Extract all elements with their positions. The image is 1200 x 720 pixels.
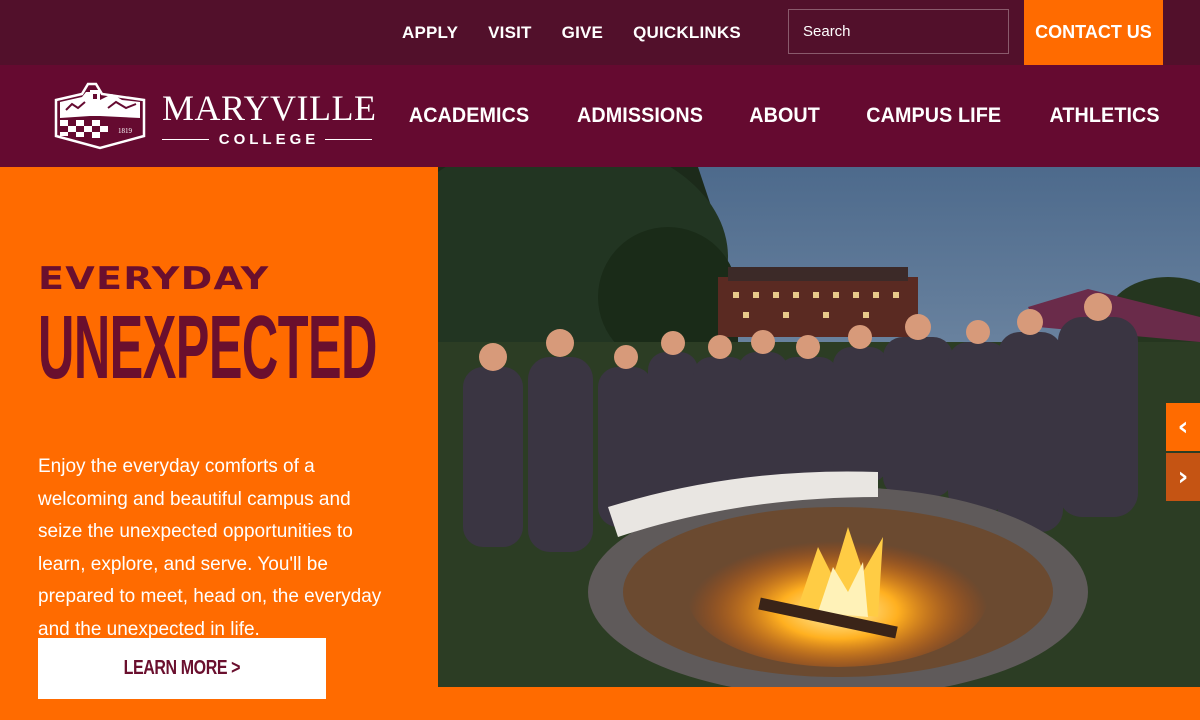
college-logo[interactable]: 1819 MARYVILLE COLLEGE [52,80,377,152]
hero-photo [438,167,1200,687]
logo-year: 1819 [118,127,133,135]
nav-campus-life[interactable]: CAMPUS LIFE [867,104,1002,128]
logo-rule-left [162,138,209,140]
utility-link-quicklinks[interactable]: QUICKLINKS [633,23,741,43]
nav-admissions[interactable]: ADMISSIONS [577,104,703,128]
hero-title: UNEXPECTED [38,298,377,398]
chevron-left-icon: ‹ [1177,412,1189,442]
hero-bottom-strip [438,687,1200,720]
logo-rule-right [325,138,373,140]
nav-about[interactable]: ABOUT [749,104,820,128]
utility-link-give[interactable]: GIVE [562,23,603,43]
utility-link-apply[interactable]: APPLY [402,23,458,43]
primary-nav: ACADEMICS ADMISSIONS ABOUT CAMPUS LIFE A… [405,65,1163,167]
utility-nav: APPLY VISIT GIVE QUICKLINKS [402,0,741,65]
main-nav: 1819 MARYVILLE COLLEGE ACADEMICS ADMISSI… [0,65,1200,167]
search-box [788,9,1009,54]
contact-us-button[interactable]: CONTACT US [1024,0,1163,65]
logo-subname-row: COLLEGE [162,127,373,151]
utility-bar: APPLY VISIT GIVE QUICKLINKS CONTACT US [0,0,1200,65]
campfire-photo-illustration [438,167,1200,687]
learn-more-button[interactable]: LEARN MORE > [38,638,326,699]
nav-athletics[interactable]: ATHLETICS [1049,104,1159,128]
nav-academics[interactable]: ACADEMICS [409,104,529,128]
search-input[interactable] [803,23,993,40]
chevron-right-icon: › [1177,462,1189,492]
utility-link-visit[interactable]: VISIT [488,23,532,43]
carousel-prev-button[interactable]: ‹ [1166,403,1200,451]
hero-panel: EVERYDAY UNEXPECTED Enjoy the everyday c… [0,167,438,720]
hero-body: Enjoy the everyday comforts of a welcomi… [38,456,382,640]
logo-subname: COLLEGE [218,130,320,148]
logo-name: MARYVILLE [162,88,377,128]
hero-kicker: EVERYDAY [38,261,270,297]
carousel-next-button[interactable]: › [1166,453,1200,501]
learn-more-label: LEARN MORE > [123,657,241,679]
college-seal-icon: 1819 [54,82,146,150]
